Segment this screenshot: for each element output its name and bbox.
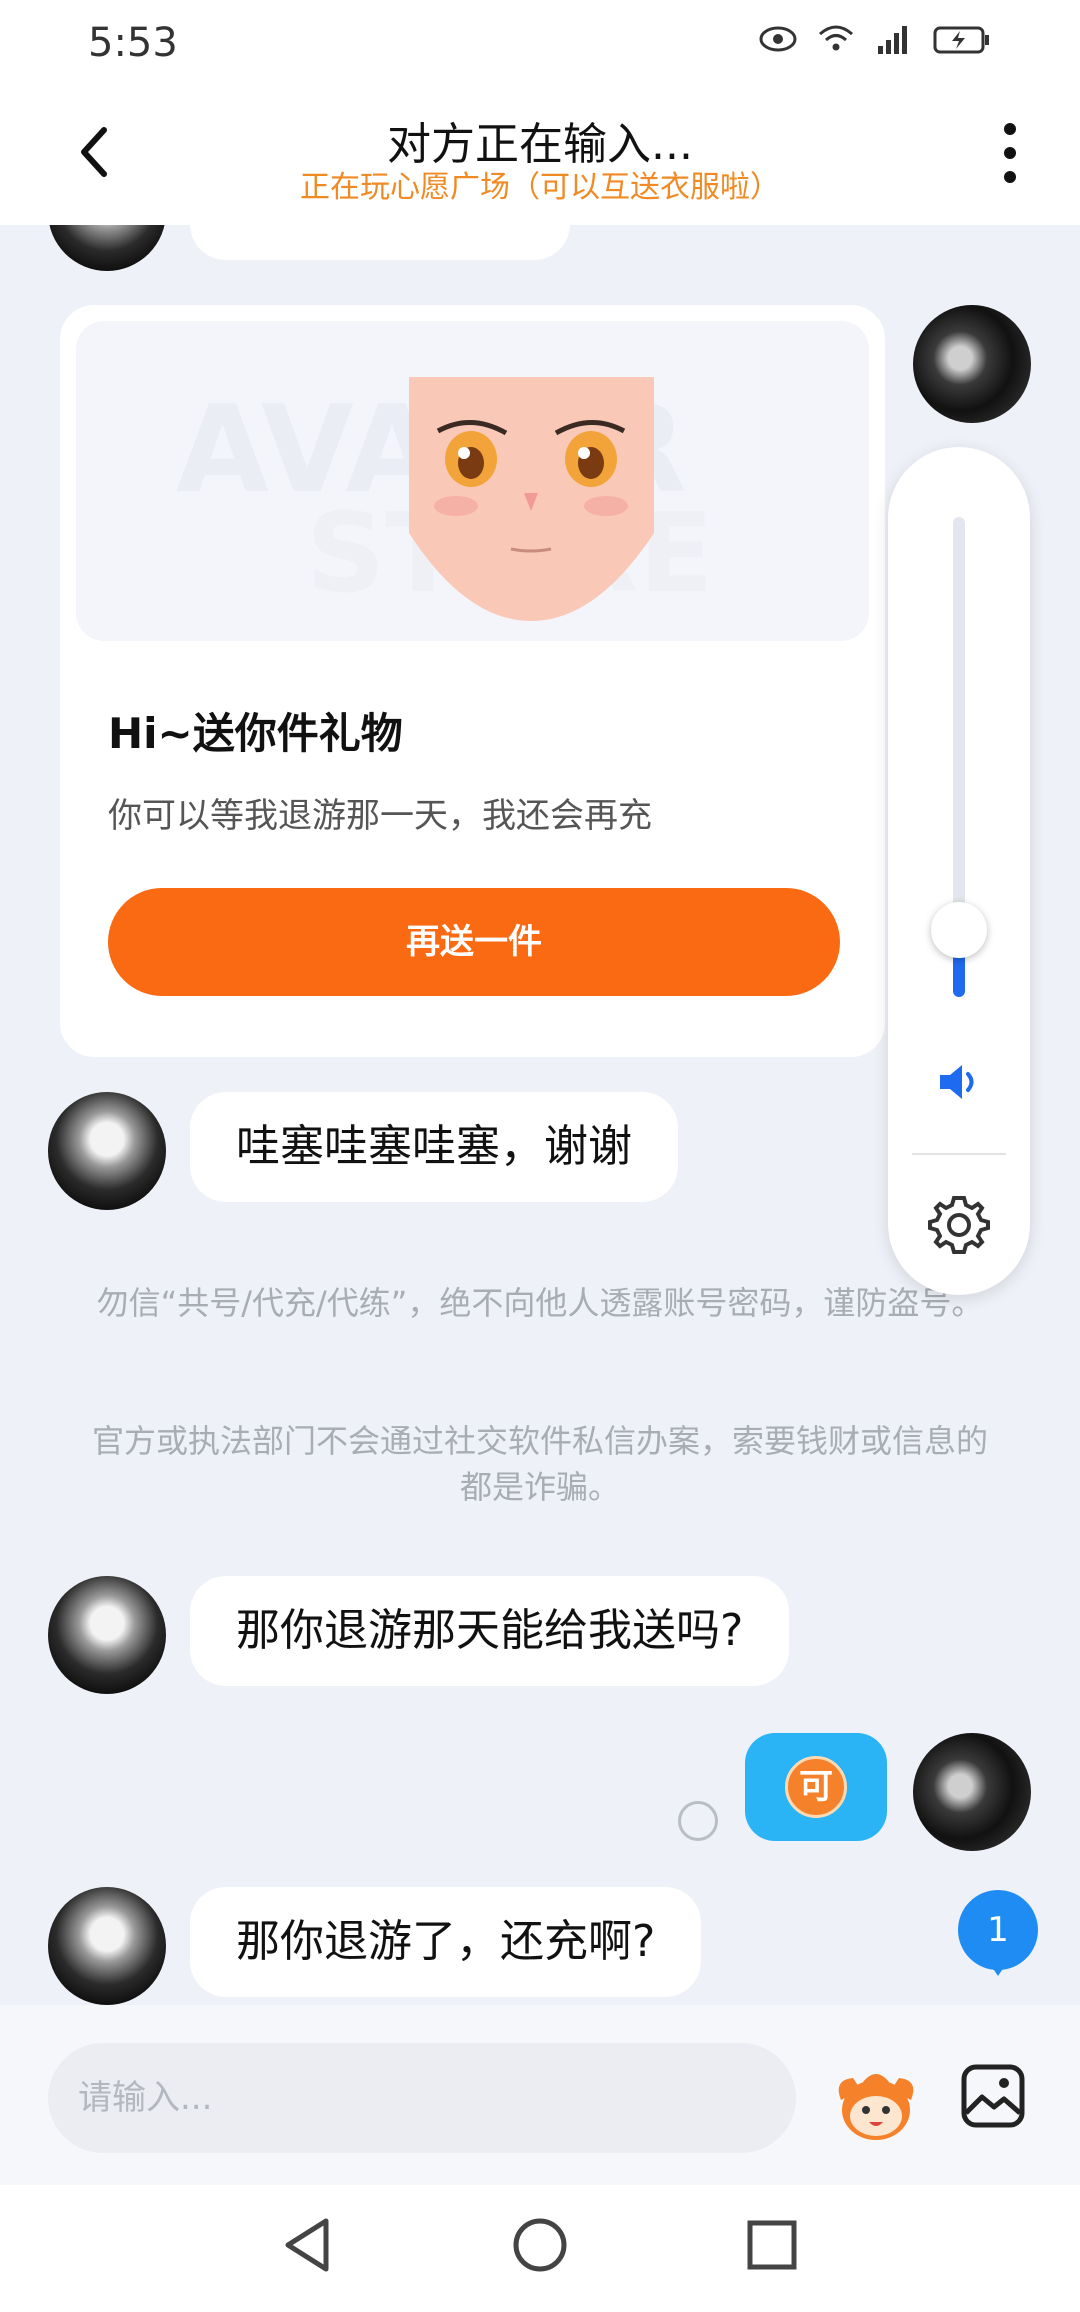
nav-home-icon[interactable] [510,2215,570,2275]
my-message-bubble: 可 [745,1733,887,1841]
input-bar [0,2005,1080,2185]
eye-icon [759,26,797,52]
nav-recents-icon[interactable] [742,2215,802,2275]
speaker-icon[interactable] [934,1057,984,1107]
signal-icon [878,26,907,54]
gift-image: AVATAR STORE [76,321,869,641]
gift-title: Hi~送你件礼物 [108,709,403,758]
nav-back-icon[interactable] [278,2215,338,2275]
gear-icon[interactable] [926,1192,992,1258]
gift-card: AVATAR STORE Hi~送你件礼物 你可以等我退游那一天，我还会再充 再… [60,305,885,1057]
safety-notice: 勿信“共号/代充/代练”，绝不向他人透露账号密码，谨防盗号。 [96,1284,984,1322]
unread-badge-tail [986,1958,1010,1976]
volume-panel [888,447,1030,1295]
message-bubble: 哇塞哇塞哇塞，谢谢 [190,1092,678,1202]
other-avatar[interactable] [48,1092,166,1210]
status-icons [758,20,992,58]
more-dot [1004,123,1016,135]
other-avatar[interactable] [48,1887,166,2005]
volume-slider-thumb[interactable] [931,901,987,958]
emoji-mascot-icon[interactable] [833,2060,919,2146]
more-dot [1004,147,1016,159]
fraud-notice: 官方或执法部门不会通过社交软件私信办案，索要钱财或信息的都是诈骗。 [91,1422,988,1506]
avatar-face-illustration: AVATAR STORE [176,377,714,621]
sending-status-indicator [678,1801,718,1841]
image-icon[interactable] [960,2063,1026,2129]
gift-description: 你可以等我退游那一天，我还会再充 [108,796,652,836]
battery-icon [933,26,989,54]
my-avatar[interactable] [913,305,1031,423]
more-dot [1004,171,1016,183]
top-bar: 5:53 对方正在输入... 正在玩心愿广场（可以互送衣服啦） [0,0,1080,225]
more-options-button[interactable] [1000,123,1020,183]
status-time: 5:53 [88,20,178,66]
volume-divider [912,1153,1006,1155]
my-avatar[interactable] [913,1733,1031,1851]
ke-sticker: 可 [785,1756,847,1818]
chat-subtitle: 正在玩心愿广场（可以互送衣服啦） [300,170,780,205]
message-bubble: 那你退游那天能给我送吗? [190,1576,790,1686]
other-avatar[interactable] [48,1576,166,1694]
message-bubble: 那你退游了，还充啊? [190,1887,702,1997]
wifi-icon [819,25,853,51]
system-nav-bar [0,2185,1080,2312]
send-another-gift-button[interactable]: 再送一件 [108,888,840,996]
message-input[interactable] [48,2043,796,2153]
